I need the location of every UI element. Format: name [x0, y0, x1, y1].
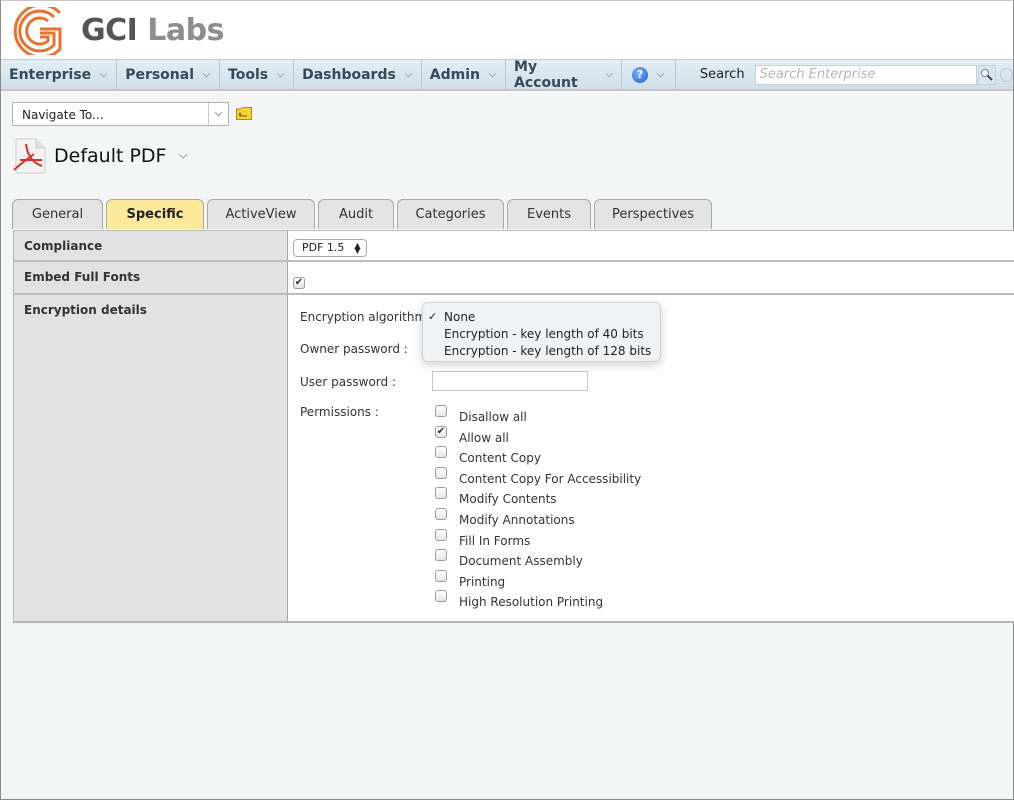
permission-allow-all[interactable]: ✔ Allow all — [435, 425, 641, 447]
encryption-algorithm-dropdown: ✓ None Encryption - key length of 40 bit… — [422, 302, 661, 362]
permissions-label: Permissions : — [300, 405, 379, 419]
tab-categories[interactable]: Categories — [397, 199, 504, 229]
nav-tools[interactable]: Tools — [220, 60, 295, 89]
chevron-down-icon[interactable] — [178, 153, 188, 159]
embed-fonts-row: Embed Full Fonts ✔ — [13, 262, 1014, 295]
encryption-label: Encryption details — [13, 295, 288, 621]
properties-table: Compliance PDF 1.5 ▲ ▼ Embed Full Fonts ✔… — [13, 230, 1014, 623]
nav-admin[interactable]: Admin — [422, 60, 507, 89]
embed-fonts-label: Embed Full Fonts — [13, 262, 288, 293]
user-password-input[interactable] — [432, 371, 588, 391]
chevron-down-icon — [404, 72, 413, 78]
search-options-icon[interactable] — [1000, 67, 1013, 82]
algorithm-option-128-bit[interactable]: Encryption - key length of 128 bits — [423, 342, 660, 359]
algorithm-option-40-bit[interactable]: Encryption - key length of 40 bits — [423, 325, 660, 342]
compliance-label: Compliance — [13, 231, 288, 260]
help-icon: ? — [631, 66, 648, 83]
gci-logo-icon — [13, 7, 62, 55]
permission-modify-contents[interactable]: Modify Contents — [435, 487, 641, 508]
search-input[interactable] — [754, 64, 977, 85]
folder-up-icon[interactable] — [236, 107, 252, 120]
permission-document-assembly[interactable]: Document Assembly — [435, 549, 641, 570]
nav-help[interactable]: ? — [622, 60, 676, 89]
permission-high-resolution-printing[interactable]: High Resolution Printing — [435, 590, 641, 611]
nav-enterprise[interactable]: Enterprise — [1, 60, 118, 89]
checkbox[interactable] — [435, 466, 447, 479]
nav-dashboards[interactable]: Dashboards — [294, 60, 422, 89]
compliance-row: Compliance PDF 1.5 ▲ ▼ — [13, 231, 1014, 262]
chevron-down-icon — [208, 103, 228, 125]
tab-specific[interactable]: Specific — [106, 199, 204, 229]
navigate-to-select[interactable]: Navigate To... — [12, 102, 229, 126]
checkbox[interactable] — [435, 507, 447, 520]
document-title: Default PDF — [54, 145, 167, 167]
chevron-down-icon — [488, 72, 497, 78]
main-nav: Enterprise Personal Tools Dashboards Adm… — [1, 59, 1013, 91]
checkbox[interactable] — [435, 590, 447, 603]
document-header: Default PDF — [12, 138, 188, 174]
algorithm-option-none[interactable]: ✓ None — [423, 308, 660, 325]
checkmark-icon: ✓ — [428, 310, 438, 323]
user-password-label: User password : — [300, 375, 396, 389]
checkbox[interactable]: ✔ — [435, 425, 447, 438]
permission-modify-annotations[interactable]: Modify Annotations — [435, 507, 641, 529]
embed-fonts-checkbox[interactable]: ✔ — [293, 276, 305, 289]
tab-events[interactable]: Events — [507, 199, 591, 229]
algorithm-label: Encryption algorithm : — [300, 310, 435, 324]
permission-content-copy-accessibility[interactable]: Content Copy For Accessibility — [435, 466, 641, 488]
updown-arrows-icon: ▲ ▼ — [354, 240, 361, 255]
app-header: GCI Labs — [1, 1, 1013, 59]
tab-perspectives[interactable]: Perspectives — [594, 199, 712, 229]
permission-printing[interactable]: Printing — [435, 569, 641, 591]
property-tabs: General Specific ActiveView Audit Catego… — [12, 199, 715, 229]
nav-personal[interactable]: Personal — [117, 60, 221, 89]
pdf-file-icon — [13, 138, 46, 174]
owner-password-label: Owner password : — [300, 342, 408, 356]
chevron-down-icon — [202, 72, 211, 78]
chevron-down-icon — [99, 72, 108, 78]
checkbox[interactable] — [435, 569, 447, 582]
permission-fill-in-forms[interactable]: Fill In Forms — [435, 528, 641, 550]
tab-audit[interactable]: Audit — [318, 199, 394, 229]
checkbox[interactable] — [435, 446, 447, 459]
search-icon — [981, 68, 994, 81]
nav-my-account[interactable]: My Account — [506, 59, 622, 91]
checkbox[interactable] — [435, 487, 447, 500]
search-button[interactable] — [977, 64, 997, 85]
permission-disallow-all[interactable]: Disallow all — [435, 405, 641, 426]
permissions-list: Disallow all ✔ Allow all Content Copy Co… — [435, 405, 641, 611]
chevron-down-icon — [656, 72, 665, 78]
compliance-select[interactable]: PDF 1.5 ▲ ▼ — [293, 238, 367, 257]
permission-content-copy[interactable]: Content Copy — [435, 446, 641, 467]
brand-name: GCI Labs — [81, 13, 224, 48]
tab-general[interactable]: General — [12, 199, 103, 229]
checkbox[interactable] — [435, 528, 447, 541]
checkbox[interactable] — [435, 405, 447, 417]
chevron-down-icon — [276, 72, 285, 78]
chevron-down-icon — [605, 72, 613, 78]
search-label: Search — [699, 67, 745, 82]
tab-activeview[interactable]: ActiveView — [207, 199, 315, 229]
checkbox[interactable] — [435, 549, 447, 562]
